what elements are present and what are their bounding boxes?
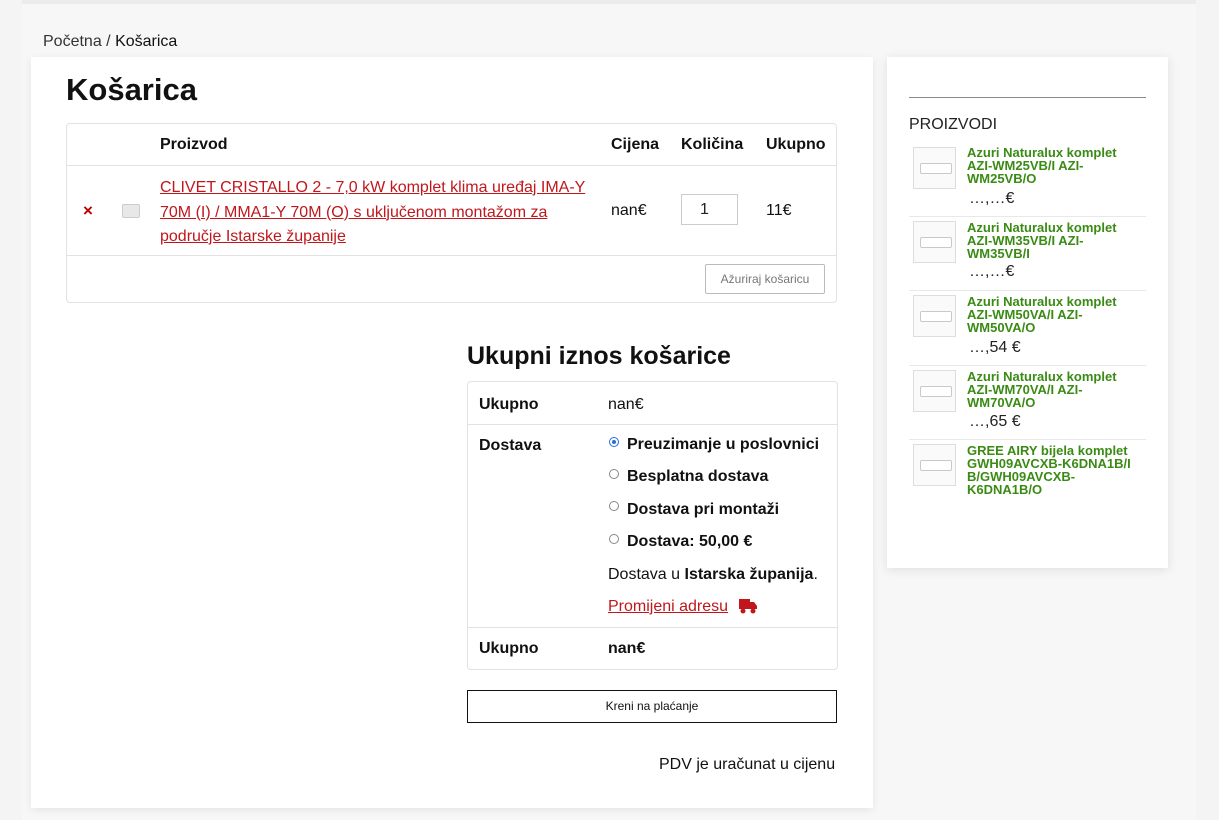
shipping-dest-suffix: .: [813, 566, 818, 583]
sidebar-product-price: …,…€: [969, 263, 1015, 280]
shipping-dest-prefix: Dostava u: [608, 566, 681, 583]
header-price: Cijena: [611, 136, 660, 153]
remove-item-icon[interactable]: ×: [83, 201, 93, 221]
cart-totals-title: Ukupni iznos košarice: [467, 342, 731, 370]
header-product: Proizvod: [160, 136, 228, 153]
sidebar-product-price: …,65 €: [969, 413, 1021, 430]
sidebar-product[interactable]: Azuri Naturalux komplet AZI-WM25VB/I AZI…: [909, 143, 1146, 215]
sidebar-product[interactable]: GREE AIRY bijela komplet GWH09AVCXB-K6DN…: [909, 440, 1146, 520]
product-image[interactable]: [913, 221, 956, 263]
shipping-option-label[interactable]: Dostava pri montaži: [627, 501, 779, 519]
quantity-input[interactable]: 1: [681, 194, 738, 225]
update-cart-button[interactable]: Ažuriraj košaricu: [705, 264, 825, 294]
breadcrumb-separator: /: [101, 33, 116, 50]
breadcrumb-current: Košarica: [115, 33, 178, 50]
shipping-label: Dostava: [479, 437, 542, 454]
sidebar-product[interactable]: Azuri Naturalux komplet AZI-WM70VA/I AZI…: [909, 366, 1146, 438]
shipping-destination: Dostava u Istarska županija.: [608, 566, 818, 584]
row-divider: [468, 424, 837, 425]
total-label: Ukupno: [479, 640, 539, 657]
product-image[interactable]: [913, 295, 956, 337]
shipping-radio-free[interactable]: [609, 469, 619, 479]
sidebar-divider: [909, 97, 1146, 98]
subtotal-label: Ukupno: [479, 396, 539, 413]
sidebar-title: PROIZVODI: [909, 116, 998, 133]
shipping-radio-paid[interactable]: [609, 534, 619, 544]
product-image[interactable]: [913, 147, 956, 189]
sidebar-product-name[interactable]: GREE AIRY bijela komplet GWH09AVCXB-K6DN…: [967, 444, 1142, 496]
subtotal-value: nan€: [608, 396, 644, 413]
cart-totals-table: Ukupno nan€ Dostava Preuzimanje u poslov…: [467, 381, 838, 670]
breadcrumb: Početna / Košarica: [43, 33, 177, 51]
product-link[interactable]: CLIVET CRISTALLO 2 - 7,0 kW komplet klim…: [160, 176, 590, 250]
shipping-option-label[interactable]: Preuzimanje u poslovnici: [627, 436, 819, 454]
truck-icon[interactable]: [739, 598, 757, 615]
total-value: nan€: [608, 640, 646, 657]
sidebar-product-price: …,…€: [969, 190, 1015, 207]
row-divider: [468, 627, 837, 628]
product-image[interactable]: [913, 444, 956, 486]
change-address-link[interactable]: Promijeni adresu: [608, 598, 728, 616]
header-total: Ukupno: [766, 136, 826, 153]
shipping-dest-region: Istarska županija: [684, 566, 814, 583]
sidebar-product-name[interactable]: Azuri Naturalux komplet AZI-WM25VB/I AZI…: [967, 146, 1142, 185]
sidebar-product[interactable]: Azuri Naturalux komplet AZI-WM50VA/I AZI…: [909, 291, 1146, 363]
cart-table: Proizvod Cijena Količina Ukupno × CLIVET…: [66, 123, 837, 303]
page-title: Košarica: [66, 72, 197, 107]
product-image[interactable]: [913, 370, 956, 412]
sidebar-product-name[interactable]: Azuri Naturalux komplet AZI-WM50VA/I AZI…: [967, 295, 1142, 334]
header-quantity: Količina: [681, 136, 744, 153]
sidebar-product-name[interactable]: Azuri Naturalux komplet AZI-WM70VA/I AZI…: [967, 370, 1142, 409]
item-price: nan€: [611, 202, 647, 219]
shipping-radio-pickup[interactable]: [609, 437, 619, 447]
row-divider: [67, 255, 836, 256]
sidebar-product[interactable]: Azuri Naturalux komplet AZI-WM35VB/I AZI…: [909, 217, 1146, 289]
sidebar-product-name[interactable]: Azuri Naturalux komplet AZI-WM35VB/I AZI…: [967, 221, 1142, 260]
checkout-button[interactable]: Kreni na plaćanje: [467, 690, 837, 723]
item-subtotal: 11€: [766, 202, 792, 219]
breadcrumb-home-link[interactable]: Početna: [43, 33, 102, 50]
vat-note: PDV je uračunat u cijenu: [659, 756, 836, 773]
sidebar-product-price: …,54 €: [969, 339, 1021, 356]
shipping-radio-installation[interactable]: [609, 501, 619, 511]
shipping-option-label[interactable]: Besplatna dostava: [627, 468, 768, 486]
product-thumbnail[interactable]: [122, 204, 140, 218]
shipping-option-label[interactable]: Dostava: 50,00 €: [627, 533, 752, 551]
row-divider: [67, 165, 836, 166]
